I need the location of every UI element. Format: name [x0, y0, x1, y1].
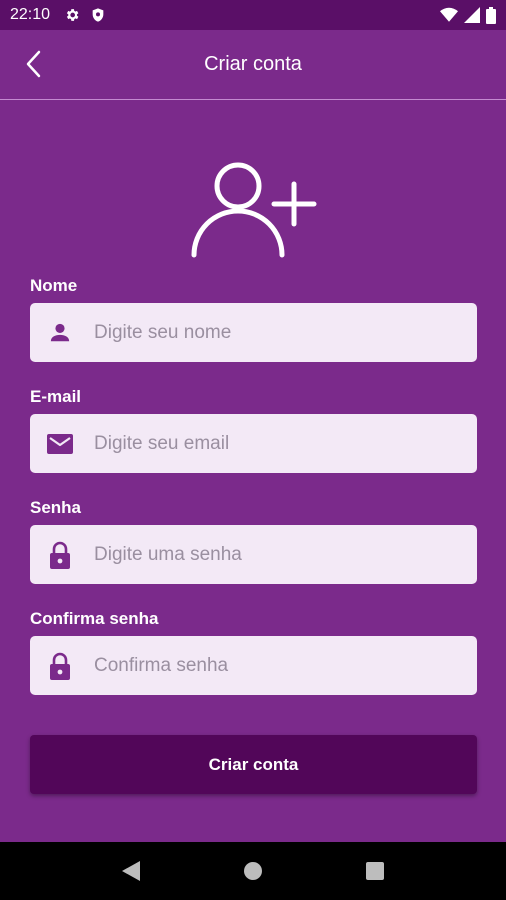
recents-square-icon — [366, 862, 384, 880]
lock-icon — [30, 652, 90, 680]
create-account-screen: 22:10 Criar conta Nome Digite seu nome E… — [0, 0, 506, 900]
back-button[interactable] — [18, 48, 50, 80]
email-label: E-mail — [30, 387, 82, 406]
status-right — [440, 6, 496, 24]
mail-icon — [30, 433, 90, 454]
password-field[interactable] — [30, 525, 477, 584]
confirm-password-field[interactable] — [30, 636, 477, 695]
app-bar: Criar conta — [0, 30, 506, 100]
system-nav-bar — [0, 842, 506, 900]
signal-icon — [464, 7, 480, 23]
nav-home-button[interactable] — [233, 851, 273, 891]
chevron-left-icon — [26, 50, 41, 78]
shield-icon — [90, 7, 106, 23]
person-icon — [30, 322, 90, 344]
add-user-icon — [191, 162, 317, 258]
nav-recents-button[interactable] — [355, 851, 395, 891]
nav-back-button[interactable] — [111, 851, 151, 891]
lock-icon — [30, 541, 90, 569]
status-left: 22:10 — [10, 6, 106, 24]
confirm-password-input[interactable] — [90, 654, 454, 677]
confirm-password-label: Confirma senha — [30, 609, 159, 628]
status-bar: 22:10 — [0, 0, 506, 30]
password-input[interactable] — [90, 543, 454, 566]
name-input[interactable] — [90, 321, 454, 344]
gear-icon — [64, 7, 80, 23]
name-label: Nome — [30, 276, 78, 295]
page-title: Criar conta — [204, 53, 302, 75]
home-circle-icon — [244, 862, 262, 880]
email-field[interactable] — [30, 414, 477, 473]
name-field[interactable] — [30, 303, 477, 362]
create-account-button[interactable]: Criar conta — [30, 735, 477, 794]
email-input[interactable] — [90, 432, 454, 455]
back-triangle-icon — [122, 861, 140, 881]
wifi-icon — [440, 7, 458, 23]
battery-icon — [486, 6, 496, 24]
status-time: 22:10 — [10, 6, 51, 23]
password-label: Senha — [30, 498, 82, 517]
